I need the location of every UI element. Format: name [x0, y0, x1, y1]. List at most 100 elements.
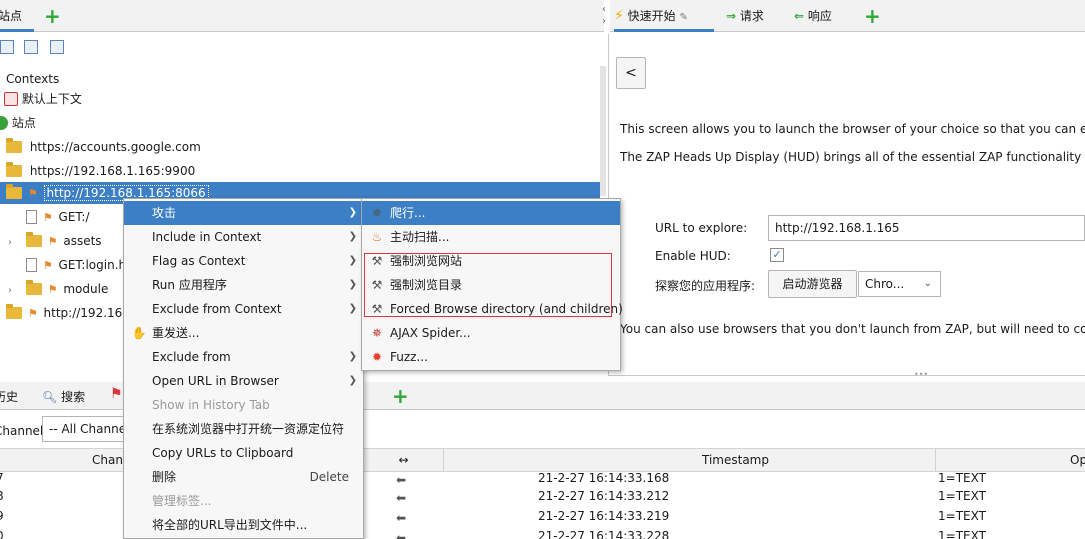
intro-text: This screen allows you to launch the bro… — [620, 122, 1085, 136]
alerts-flag-icon[interactable]: ⚑ — [110, 386, 123, 402]
chevron-right-icon: ❯ — [348, 231, 357, 242]
tree-contexts[interactable]: Contexts — [6, 68, 59, 90]
menu-item-exclude-from-context[interactable]: Exclude from Context ❯ — [124, 297, 363, 321]
col-direction[interactable]: ↔ — [364, 448, 444, 472]
arrow-left-icon: ⇐ — [794, 9, 805, 23]
tree-get-login[interactable]: ⚑ GET:login.h — [26, 254, 126, 276]
spider-icon: ✵ — [371, 206, 383, 220]
arrow-right-icon: ⇒ — [726, 9, 737, 23]
import-context-icon[interactable] — [24, 40, 38, 54]
menu-item-open-url-in-browser[interactable]: Open URL in Browser ❯ — [124, 369, 363, 393]
chevron-right-icon[interactable]: › — [4, 280, 16, 302]
new-context-icon[interactable] — [0, 40, 14, 54]
attack-submenu: ✵ 爬行... ♨ 主动扫描... ⚒ 强制浏览网站 ⚒ 强制浏览目录 ⚒ Fo… — [361, 198, 623, 371]
target-icon — [4, 92, 18, 106]
flag-icon: ⚑ — [42, 259, 53, 272]
menu-item-copy-urls[interactable]: Copy URLs to Clipboard — [124, 441, 363, 465]
highlight-box — [364, 253, 612, 317]
sites-toolbar — [0, 36, 604, 62]
url-input[interactable]: http://192.168.1.165 — [768, 215, 1085, 241]
folder-open-icon — [6, 184, 22, 199]
menu-item-attack[interactable]: 攻击 ❯ — [124, 201, 363, 225]
tree-default-context[interactable]: 默认上下文 — [4, 88, 82, 110]
menu-item-open-in-system-browser[interactable]: 在系统浏览器中打开统一资源定位符 — [124, 417, 363, 441]
splitter-grip[interactable]: ••• — [914, 371, 930, 379]
menu-item-run-application[interactable]: Run 应用程序 ❯ — [124, 273, 363, 297]
tab-sites-label: 站点 — [0, 9, 23, 23]
menu-item-ajax-spider[interactable]: ✵ AJAX Spider... — [362, 321, 620, 345]
menu-item-delete[interactable]: 删除 Delete — [124, 465, 363, 489]
arrow-left-icon: ⬅ — [396, 473, 407, 487]
url-label: URL to explore: — [655, 221, 748, 235]
menu-item-exclude-from[interactable]: Exclude from ❯ — [124, 345, 363, 369]
flag-icon: ⚑ — [47, 235, 58, 248]
hud-text: The ZAP Heads Up Display (HUD) brings al… — [620, 150, 1085, 164]
pin-icon[interactable]: ✎ — [680, 12, 688, 23]
channel-select[interactable]: -- All Channe — [42, 416, 132, 442]
tree-get-root[interactable]: ⚑ GET:/ — [26, 206, 90, 228]
globe-icon — [0, 116, 8, 130]
menu-item-export-all-urls[interactable]: 将全部的URL导出到文件中... — [124, 513, 363, 537]
add-tab-icon[interactable]: + — [392, 384, 409, 408]
tab-history[interactable]: 历史 — [0, 388, 18, 405]
tree-site-9900[interactable]: https://192.168.1.165:9900 — [6, 160, 195, 182]
lightning-icon: ⚡ — [614, 8, 624, 24]
flag-icon: ⚑ — [47, 283, 58, 296]
flag-icon: ⚑ — [27, 187, 38, 200]
menu-item-show-in-history-tab[interactable]: Show in History Tab — [124, 393, 363, 417]
fuzz-icon: ✹ — [371, 350, 383, 364]
tree-module[interactable]: › ⚑ module — [4, 278, 108, 300]
menu-item-include-in-context[interactable]: Include in Context ❯ — [124, 225, 363, 249]
arrow-left-icon: ⬅ — [396, 491, 407, 505]
hand-icon: ✋ — [131, 326, 147, 340]
folder-icon — [6, 138, 22, 153]
tree-site-google[interactable]: https://accounts.google.com — [6, 136, 201, 158]
flag-icon: ⚑ — [27, 307, 38, 320]
tab-response[interactable]: ⇐ 响应 — [794, 0, 832, 32]
chevron-right-icon: ❯ — [348, 303, 357, 314]
menu-item-fuzz[interactable]: ✹ Fuzz... — [362, 345, 620, 369]
export-context-icon[interactable] — [50, 40, 64, 54]
splitter-handle[interactable]: ‹ › — [602, 4, 608, 28]
tab-request[interactable]: ⇒ 请求 — [726, 0, 764, 32]
tab-quick-start[interactable]: ⚡ 快速开始 ✎ — [614, 0, 714, 32]
folder-icon — [25, 280, 42, 295]
back-button[interactable]: < — [616, 57, 646, 89]
menu-item-resend[interactable]: ✋ 重发送... — [124, 321, 363, 345]
hud-label: Enable HUD: — [655, 249, 731, 263]
menu-item-flag-as-context[interactable]: Flag as Context ❯ — [124, 249, 363, 273]
tree-assets[interactable]: › ⚑ assets — [4, 230, 102, 252]
tree-site-other[interactable]: ⚑ http://192.168.1 — [6, 302, 141, 324]
menu-item-spider[interactable]: ✵ 爬行... — [362, 201, 620, 225]
tab-sites[interactable]: 站点 — [0, 0, 34, 32]
chevron-right-icon: ❯ — [348, 351, 357, 362]
red-spider-icon: ✵ — [371, 326, 383, 340]
menu-item-active-scan[interactable]: ♨ 主动扫描... — [362, 225, 620, 249]
browser-select[interactable]: Chro... ⌄ — [858, 271, 941, 297]
arrow-left-icon: ⬅ — [396, 511, 407, 525]
search-icon: 🔍︎ — [42, 390, 58, 404]
folder-icon — [25, 232, 42, 247]
tree-sites-root[interactable]: 站点 — [0, 112, 36, 134]
chevron-right-icon: ❯ — [348, 255, 357, 266]
chevron-right-icon: ❯ — [348, 375, 357, 386]
channel-label: Channel: — [0, 424, 48, 438]
tab-search[interactable]: 🔍︎ 搜索 — [42, 388, 85, 405]
chevron-right-icon[interactable]: › — [4, 232, 16, 254]
document-icon — [26, 258, 37, 272]
explore-label: 探察您的应用程序: — [655, 279, 756, 293]
launch-browser-button[interactable]: 启动游览器 — [768, 270, 857, 298]
hud-checkbox[interactable]: ✓ — [770, 248, 784, 262]
flame-icon: ♨ — [371, 230, 383, 244]
add-tab-icon[interactable]: + — [864, 4, 881, 28]
add-tab-icon[interactable]: + — [44, 4, 61, 28]
folder-icon — [6, 162, 22, 177]
context-menu: 攻击 ❯ Include in Context ❯ Flag as Context ❯… — [123, 198, 364, 539]
document-icon — [26, 210, 37, 224]
menu-item-manage-tags[interactable]: 管理标签... — [124, 489, 363, 513]
flag-icon: ⚑ — [42, 211, 53, 224]
chevron-right-icon: ❯ — [348, 279, 357, 290]
vertical-scrollbar[interactable] — [600, 66, 606, 196]
arrow-left-icon: ⬅ — [396, 531, 407, 539]
other-browsers-text: You can also use browsers that you don't… — [620, 322, 1085, 336]
